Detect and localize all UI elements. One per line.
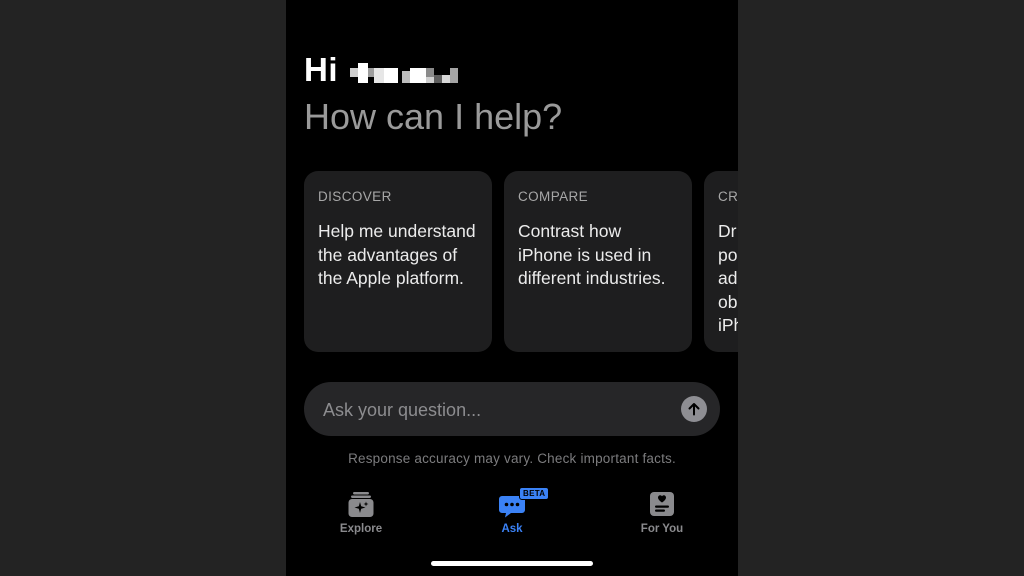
suggestion-card-compare[interactable]: COMPARE Contrast how iPhone is used in d… [504,171,692,352]
greeting: Hi [304,50,496,90]
explore-sparkle-icon [348,492,374,517]
send-button[interactable] [681,396,707,422]
disclaimer-text: Response accuracy may vary. Check import… [348,451,676,466]
card-text: Dr po ad ob iPh [718,221,738,335]
tab-explore[interactable]: Explore [301,486,421,542]
question-bar [304,382,720,438]
card-text: Help me understand the advantages of the… [318,221,476,288]
beta-badge: BETA [519,487,550,500]
tab-label: Ask [501,523,523,535]
card-text: Contrast how iPhone is used in different… [518,221,666,288]
tab-bar: Explore BETA Ask For You [286,486,738,546]
phone-screen: Hi How can I help? DISCOVER Help me unde… [286,0,738,576]
tab-label: For You [640,523,684,535]
heart-card-icon [650,492,674,516]
tab-ask[interactable]: BETA Ask [452,486,572,542]
question-input[interactable] [321,382,665,438]
page-title: How can I help? [304,96,563,137]
redacted-name [350,57,496,83]
suggestion-card-partial[interactable]: CRI Dr po ad ob iPh [704,171,738,352]
arrow-up-icon [688,403,700,416]
card-category: COMPARE [518,189,589,204]
tab-for-you[interactable]: For You [602,486,722,542]
greeting-hi: Hi [304,51,338,88]
suggestion-carousel[interactable]: DISCOVER Help me understand the advantag… [304,171,738,353]
screen-backdrop: Hi How can I help? DISCOVER Help me unde… [0,0,1024,576]
card-category: CRI [718,189,738,204]
card-category: DISCOVER [318,189,392,204]
tab-label: Explore [339,523,383,535]
home-indicator[interactable] [431,561,593,566]
suggestion-card-discover[interactable]: DISCOVER Help me understand the advantag… [304,171,492,352]
